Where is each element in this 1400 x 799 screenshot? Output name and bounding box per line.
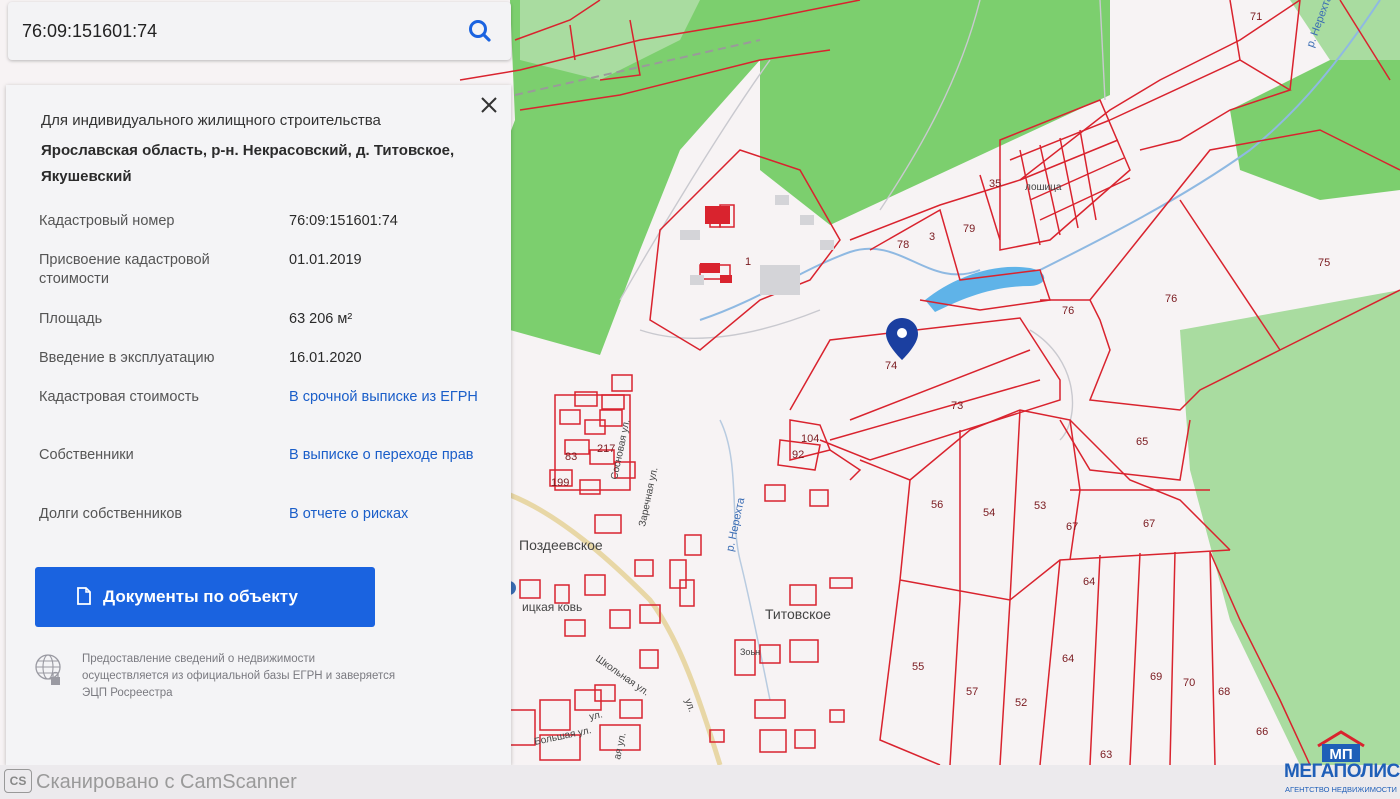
parcel-71: 71	[1250, 11, 1262, 23]
parcel-35: 35	[989, 178, 1001, 190]
globe-lock-icon	[35, 654, 61, 685]
row-value: 01.01.2019	[289, 252, 362, 268]
parcel-104: 104	[801, 433, 819, 445]
camscanner-watermark: Сканировано с CamScanner	[36, 771, 297, 793]
search-input[interactable]	[22, 16, 442, 46]
object-address: Ярославская область, р-н. Некрасовский, …	[41, 142, 455, 185]
owner-debts-link[interactable]: В отчете о рисках	[289, 505, 489, 524]
place-titovskoe: Титовское	[765, 606, 831, 622]
place-pozdeevskoe: Поздеевское	[519, 537, 603, 553]
logo-house-icon: МП	[1317, 730, 1365, 763]
scanner-footer: CS Сканировано с CamScanner	[0, 765, 1400, 799]
parcel-73: 73	[951, 400, 963, 412]
close-button[interactable]	[477, 93, 501, 117]
row-label: Площадь	[39, 311, 103, 327]
parcel-76: 76	[1165, 293, 1177, 305]
parcel-68: 68	[1218, 686, 1230, 698]
object-info-panel: Для индивидуального жилищного строительс…	[6, 85, 511, 765]
parcel-83: 83	[565, 451, 577, 463]
parcel-74: 74	[885, 360, 897, 372]
parcel-79: 79	[963, 223, 975, 235]
parcel-70: 70	[1183, 677, 1195, 689]
parcel-64: 64	[1083, 576, 1095, 588]
parcel-67: 67	[1066, 521, 1078, 533]
search-icon	[469, 20, 491, 42]
cadastral-cost-link[interactable]: В срочной выписке из ЕГРН	[289, 388, 489, 407]
row-label: Кадастровая стоимость	[39, 389, 199, 405]
owners-link[interactable]: В выписке о переходе прав	[289, 446, 489, 465]
parcel-1: 1	[745, 256, 751, 268]
documents-button-label: Документы по объекту	[103, 587, 298, 606]
search-button[interactable]	[465, 16, 495, 46]
row-value: 16.01.2020	[289, 350, 362, 366]
row-label: Собственники	[39, 447, 134, 463]
parcel-64-b: 64	[1062, 653, 1074, 665]
row-label: Долги собственников	[39, 506, 183, 522]
row-value: 76:09:151601:74	[289, 213, 398, 229]
parcel-53: 53	[1034, 500, 1046, 512]
parcel-63: 63	[1100, 749, 1112, 761]
parcel-75: 75	[1318, 257, 1330, 269]
parcel-67-b: 67	[1143, 518, 1155, 530]
parcel-66: 66	[1256, 726, 1268, 738]
parcel-92: 92	[792, 449, 804, 461]
camscanner-logo-icon: CS	[4, 769, 32, 793]
parcel-56: 56	[931, 499, 943, 511]
row-label: Присвоение кадастровой стоимости	[39, 252, 210, 287]
parcel-55: 55	[912, 661, 924, 673]
logo-name: МЕГАПОЛИС	[1284, 761, 1400, 782]
parcel-217: 217	[597, 443, 615, 455]
row-value: 63 206 м²	[289, 311, 353, 327]
row-label: Кадастровый номер	[39, 213, 175, 229]
land-purpose: Для индивидуального жилищного строительс…	[41, 112, 381, 129]
parcel-199: 199	[551, 477, 569, 489]
documents-button[interactable]: Документы по объекту	[35, 567, 375, 627]
close-icon	[481, 97, 497, 113]
parcel-78: 78	[897, 239, 909, 251]
parcel-52: 52	[1015, 697, 1027, 709]
search-box	[8, 2, 511, 60]
parcel-54: 54	[983, 507, 995, 519]
place-tserkov: ицкая ковь	[522, 600, 582, 614]
parcel-57: 57	[966, 686, 978, 698]
parcel-76-small: 76	[1062, 305, 1074, 317]
place-sub-village: Зоьн	[740, 647, 760, 657]
parcel-3: 3	[929, 231, 935, 243]
parcel-69: 69	[1150, 671, 1162, 683]
document-icon	[77, 587, 91, 605]
disclaimer-text: Предоставление сведений о недвижимости о…	[82, 653, 396, 699]
logo-subtitle: АГЕНТСТВО НЕДВИЖИМОСТИ	[1285, 785, 1397, 794]
row-label: Введение в эксплуатацию	[39, 350, 215, 366]
parcel-65: 65	[1136, 436, 1148, 448]
megapolis-logo: МП МЕГАПОЛИС АГЕНТСТВО НЕДВИЖИМОСТИ	[1284, 730, 1400, 796]
place-poselok: лошица	[1025, 182, 1062, 193]
